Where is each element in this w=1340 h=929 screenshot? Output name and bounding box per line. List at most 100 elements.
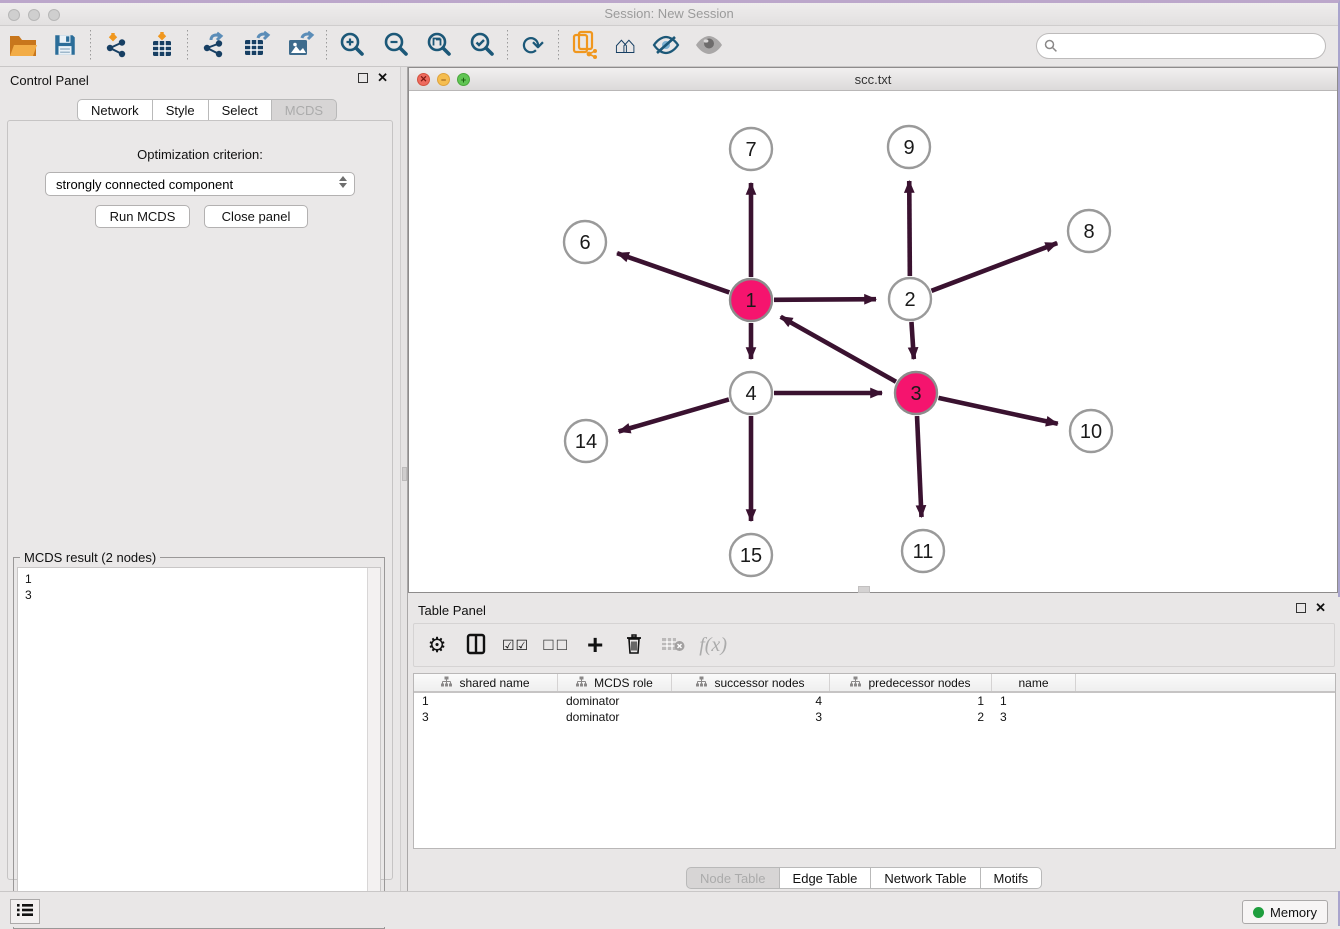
table-toolbar: ⚙ ☑☑ ☐☐ +: [413, 623, 1335, 667]
search-input[interactable]: [1036, 33, 1326, 59]
delete-button[interactable]: [621, 631, 647, 659]
tab-select[interactable]: Select: [209, 99, 272, 121]
network-window-titlebar[interactable]: ✕ − + scc.txt: [409, 68, 1337, 91]
graph-edge-2-8[interactable]: [932, 243, 1058, 291]
network-resize-grip[interactable]: [858, 586, 870, 593]
column-header-shared-name[interactable]: shared name: [414, 674, 558, 691]
table-cell[interactable]: 3: [414, 709, 558, 725]
graph-edge-4-14[interactable]: [619, 399, 729, 431]
toolbar-separator: [187, 30, 188, 62]
add-column-button[interactable]: [463, 631, 489, 659]
table-cell[interactable]: 1: [992, 693, 1076, 709]
select-stepper-icon: [339, 176, 347, 188]
zoom-in-button[interactable]: [335, 29, 369, 63]
close-panel-button[interactable]: Close panel: [204, 205, 308, 228]
new-network-from-selection-button[interactable]: [567, 29, 601, 63]
table-row[interactable]: 3dominator323: [414, 709, 1335, 725]
tab-motifs[interactable]: Motifs: [981, 867, 1043, 889]
show-eye-button[interactable]: [692, 29, 726, 63]
tab-edge-table[interactable]: Edge Table: [780, 867, 872, 889]
tab-node-table[interactable]: Node Table: [686, 867, 780, 889]
export-image-button[interactable]: [284, 29, 318, 63]
import-table-button[interactable]: [145, 29, 179, 63]
function-builder-button[interactable]: f(x): [699, 631, 727, 659]
table-cell[interactable]: 4: [672, 693, 830, 709]
search-icon: [1044, 39, 1058, 58]
network-canvas[interactable]: 7968124314101511: [409, 91, 1337, 592]
table-cell[interactable]: dominator: [558, 709, 672, 725]
run-mcds-button[interactable]: Run MCDS: [95, 205, 190, 228]
column-label: successor nodes: [714, 676, 804, 690]
hide-selected-button[interactable]: [649, 29, 683, 63]
import-network-button[interactable]: [99, 29, 133, 63]
close-panel-icon[interactable]: ✕: [377, 73, 388, 83]
close-table-panel-icon[interactable]: ✕: [1315, 603, 1326, 613]
export-table-button[interactable]: [240, 29, 274, 63]
criterion-select[interactable]: strongly connected component: [45, 172, 355, 196]
table-cell[interactable]: 1: [830, 693, 992, 709]
memory-button[interactable]: Memory: [1242, 900, 1328, 924]
table-row[interactable]: 1dominator411: [414, 693, 1335, 709]
tab-style[interactable]: Style: [153, 99, 209, 121]
graph-edge-3-10[interactable]: [938, 398, 1057, 424]
graph-node-label-9: 9: [903, 137, 914, 159]
save-session-button[interactable]: [48, 29, 82, 63]
shared-column-icon: [850, 676, 861, 690]
zoom-selected-button[interactable]: [465, 29, 499, 63]
optimization-criterion-label: Optimization criterion:: [8, 147, 392, 162]
control-panel: Control Panel ✕ Network Style Select MCD…: [0, 67, 400, 891]
trash-icon: [625, 633, 643, 658]
table-cell[interactable]: 3: [672, 709, 830, 725]
add-row-button[interactable]: +: [582, 631, 608, 659]
eye-slash-icon: [650, 32, 682, 61]
graph-edge-1-2[interactable]: [774, 299, 876, 300]
memory-status-icon: [1253, 907, 1264, 918]
graph-edge-1-6[interactable]: [617, 253, 729, 292]
apply-style-button[interactable]: ⟳: [516, 29, 550, 63]
mcds-result-line: 1: [25, 571, 380, 587]
column-header-successor-nodes[interactable]: successor nodes: [672, 674, 830, 691]
task-history-button[interactable]: [10, 899, 40, 924]
show-all-networks-button[interactable]: ⌂⌂: [608, 29, 642, 63]
table-settings-button[interactable]: ⚙: [424, 631, 450, 659]
mcds-result-group: MCDS result (2 nodes) 1 3: [13, 557, 385, 929]
graph-node-label-8: 8: [1083, 221, 1094, 243]
open-session-button[interactable]: [6, 29, 40, 63]
zoom-fit-button[interactable]: [422, 29, 456, 63]
graph-edge-3-1[interactable]: [781, 317, 896, 382]
graph-edge-2-9[interactable]: [909, 181, 910, 276]
column-header-name[interactable]: name: [992, 674, 1076, 691]
tab-network-table[interactable]: Network Table: [871, 867, 980, 889]
unchecked-boxes-icon: ☐☐: [542, 637, 569, 654]
graph-node-label-2: 2: [904, 289, 915, 311]
tab-network[interactable]: Network: [77, 99, 153, 121]
network-window: ✕ − + scc.txt 7968124314101511: [408, 67, 1338, 593]
graph-edge-3-11[interactable]: [917, 416, 921, 517]
table-cell[interactable]: 3: [992, 709, 1076, 725]
select-all-button[interactable]: ☑☑: [502, 631, 529, 659]
fx-icon: f(x): [699, 634, 727, 657]
column-header-predecessor-nodes[interactable]: predecessor nodes: [830, 674, 992, 691]
column-header-MCDS-role[interactable]: MCDS role: [558, 674, 672, 691]
table-cell[interactable]: dominator: [558, 693, 672, 709]
export-network-button[interactable]: [196, 29, 230, 63]
graph-edge-2-3[interactable]: [911, 322, 913, 359]
table-cell[interactable]: 2: [830, 709, 992, 725]
panel-splitter[interactable]: [400, 67, 408, 891]
splitter-grip[interactable]: [402, 467, 407, 481]
toolbar-separator: [326, 30, 327, 62]
float-panel-icon[interactable]: [358, 73, 368, 83]
toolbar-separator: [90, 30, 91, 62]
plus-icon: +: [587, 635, 603, 655]
memory-label: Memory: [1270, 905, 1317, 920]
float-table-panel-icon[interactable]: [1296, 603, 1306, 613]
table-cell[interactable]: 1: [414, 693, 558, 709]
mcds-result-list[interactable]: 1 3: [17, 567, 381, 925]
column-icon: [466, 633, 486, 658]
zoom-out-button[interactable]: [379, 29, 413, 63]
delete-table-icon: [661, 635, 685, 656]
result-scrollbar[interactable]: [367, 568, 380, 924]
delete-column-button[interactable]: [660, 631, 686, 659]
tab-mcds[interactable]: MCDS: [272, 99, 337, 121]
unselect-all-button[interactable]: ☐☐: [542, 631, 569, 659]
